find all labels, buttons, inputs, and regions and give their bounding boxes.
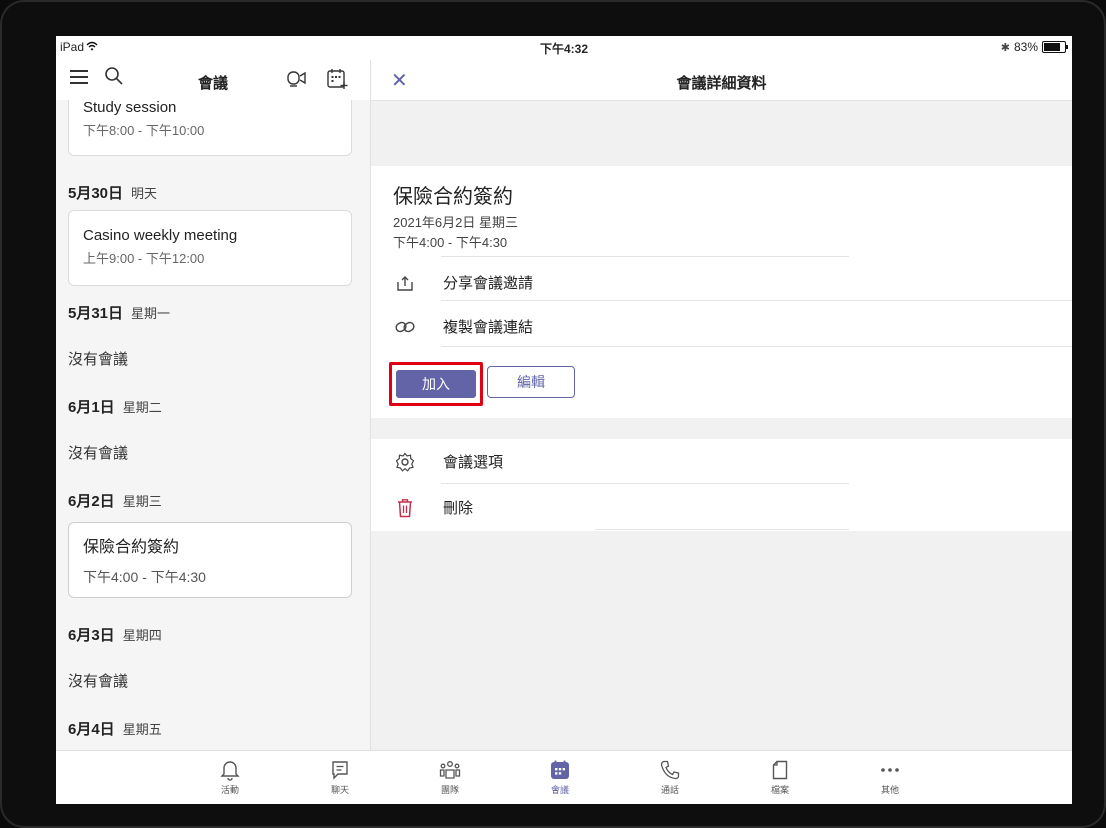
tab-more[interactable]: 其他 — [860, 757, 920, 796]
chat-icon — [310, 757, 370, 783]
copy-link-label: 複製會議連結 — [443, 319, 534, 336]
join-button-highlight: 加入 — [389, 362, 483, 406]
phone-icon — [640, 757, 700, 783]
meeting-title: 保險合約簽約 — [393, 186, 513, 208]
divider — [441, 300, 1072, 301]
meeting-options-label: 會議選項 — [443, 454, 504, 471]
copy-link-row[interactable]: 複製會議連結 — [393, 316, 533, 337]
meeting-card-casino[interactable]: Casino weekly meeting 上午9:00 - 下午12:00 — [68, 210, 352, 286]
tab-label: 檔案 — [770, 785, 789, 795]
tab-calls[interactable]: 通話 — [640, 757, 700, 796]
tab-files[interactable]: 檔案 — [750, 757, 810, 796]
meeting-card-title: Study session — [83, 99, 177, 116]
calendar-icon — [530, 757, 590, 783]
day-header: 6月2日 星期三 — [68, 493, 162, 510]
meet-now-icon[interactable] — [286, 68, 308, 93]
meeting-card-time: 上午9:00 - 下午12:00 — [83, 251, 205, 266]
meeting-details-pane: ✕ 會議詳細資料 保險合約簽約 2021年6月2日 星期三 下午4:00 - 下… — [371, 60, 1072, 750]
details-header: ✕ 會議詳細資料 — [371, 60, 1072, 101]
list-title: 會議 — [197, 75, 228, 92]
delete-label: 刪除 — [443, 500, 474, 517]
share-icon — [393, 273, 417, 293]
day-header: 5月30日 明天 — [68, 185, 158, 202]
status-time: 下午4:32 — [539, 42, 589, 56]
more-icon — [860, 757, 920, 783]
tab-label: 通話 — [660, 785, 679, 795]
day-header: 6月1日 星期二 — [68, 399, 162, 416]
day-header: 6月3日 星期四 — [68, 627, 162, 644]
meeting-options-row[interactable]: 會議選項 — [393, 451, 503, 472]
bluetooth-icon: ✱ — [1000, 41, 1010, 54]
meeting-time: 下午4:00 - 下午4:30 — [393, 235, 508, 250]
no-meetings-text: 沒有會議 — [68, 445, 129, 462]
divider — [595, 529, 849, 530]
divider — [441, 483, 849, 484]
meeting-card-title: 保險合約簽約 — [83, 539, 180, 556]
link-icon — [393, 317, 417, 337]
tab-label: 其他 — [880, 785, 899, 795]
file-icon — [750, 757, 810, 783]
divider — [441, 346, 1072, 347]
list-header: 會議 — [56, 60, 370, 100]
divider — [441, 256, 849, 257]
meeting-date: 2021年6月2日 星期三 — [393, 215, 518, 230]
details-title: 會議詳細資料 — [676, 75, 767, 92]
meeting-card-time: 下午4:00 - 下午4:30 — [83, 569, 206, 585]
bottom-tab-bar: 活動 聊天 團隊 會議 通話 檔案 其他 — [56, 750, 1072, 804]
battery-percent: 83% — [1013, 40, 1038, 54]
no-meetings-text: 沒有會議 — [68, 351, 129, 368]
share-invite-row[interactable]: 分享會議邀請 — [393, 272, 533, 293]
edit-button[interactable]: 編輯 — [487, 366, 575, 398]
tab-meetings[interactable]: 會議 — [530, 757, 590, 796]
meeting-details-card: 保險合約簽約 2021年6月2日 星期三 下午4:00 - 下午4:30 分享會… — [371, 166, 1072, 418]
battery-icon — [1042, 41, 1068, 53]
screen: iPad 下午4:32 ✱ 83% 會議 Study session 下午8:0… — [56, 36, 1072, 804]
status-bar: iPad 下午4:32 ✱ 83% — [56, 36, 1072, 60]
teams-icon — [420, 757, 480, 783]
tab-teams[interactable]: 團隊 — [420, 757, 480, 796]
day-header: 6月4日 星期五 — [68, 721, 162, 738]
tab-label: 團隊 — [440, 785, 459, 795]
meeting-card-time: 下午8:00 - 下午10:00 — [83, 123, 205, 138]
day-header: 5月31日 星期一 — [68, 305, 171, 322]
meeting-card-title: Casino weekly meeting — [83, 227, 238, 244]
gear-icon — [393, 452, 417, 472]
delete-row[interactable]: 刪除 — [393, 497, 473, 518]
meeting-card-insurance[interactable]: 保險合約簽約 下午4:00 - 下午4:30 — [68, 522, 352, 598]
tab-activity[interactable]: 活動 — [200, 757, 260, 796]
meeting-actions-card: 會議選項 刪除 — [371, 439, 1072, 531]
bell-icon — [200, 757, 260, 783]
tab-label: 會議 — [550, 785, 569, 795]
tab-label: 活動 — [220, 785, 239, 795]
new-meeting-calendar-icon[interactable] — [326, 68, 348, 95]
meetings-list-pane: 會議 Study session 下午8:00 - 下午10:00 5月30日明… — [56, 60, 371, 750]
tab-label: 聊天 — [330, 785, 349, 795]
join-button[interactable]: 加入 — [396, 370, 476, 398]
no-meetings-text: 沒有會議 — [68, 673, 129, 690]
trash-icon — [393, 498, 417, 518]
tab-chat[interactable]: 聊天 — [310, 757, 370, 796]
share-invite-label: 分享會議邀請 — [443, 275, 534, 292]
